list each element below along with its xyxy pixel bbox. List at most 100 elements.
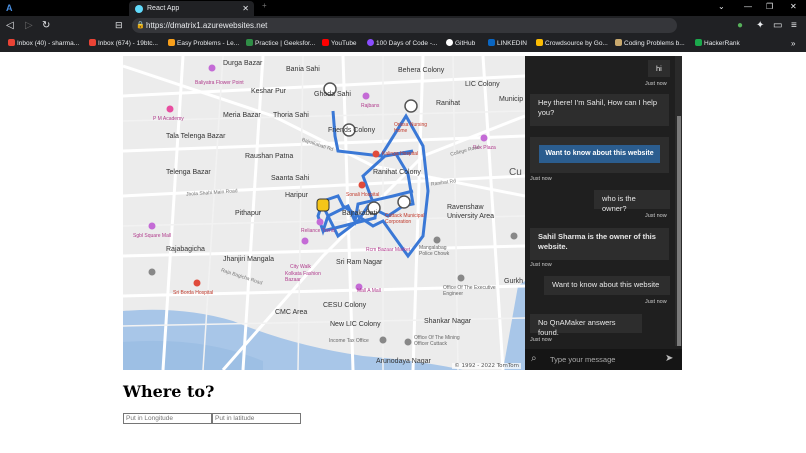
map-label: Rajbans (361, 103, 380, 109)
cc-icon (615, 39, 622, 46)
chevron-down-icon[interactable]: ⌄ (718, 2, 725, 11)
message-timestamp: Just now (645, 299, 667, 305)
map-label: Jhanjiri Mangala (223, 256, 274, 263)
map-label: Cuttack Municipal Corporation (385, 213, 425, 225)
browser-chrome: A React App ✕ + ⌄ — ❐ ✕ ◁ ▷ ↻ ⊟ ◆ ▲ ● ✦ … (0, 0, 806, 52)
bookmark-item[interactable]: Coding Problems b... (615, 39, 685, 48)
bookmark-item[interactable]: Inbox (40) - sharma... (8, 39, 79, 48)
map-label: Bajrakabati (342, 210, 378, 217)
bookmarks-bar: Inbox (40) - sharma... Inbox (674) - 19b… (0, 35, 806, 52)
more-bookmarks-icon[interactable]: » (791, 39, 795, 48)
bookmark-icon[interactable]: ⊟ (115, 19, 123, 32)
origin-marker-icon[interactable] (316, 198, 330, 212)
map-label: Orissa Nursing Home (394, 122, 428, 134)
page-heading: Where to? (123, 382, 215, 401)
attachment-icon[interactable]: ⌕ (531, 353, 537, 364)
map-label: Thoria Sahi (273, 112, 309, 119)
map-label: Pithapur (235, 210, 262, 217)
map-label: Mangalabag Police Chowk (419, 245, 450, 257)
chat-scrollbar-thumb[interactable] (677, 116, 681, 346)
map-label: Sgbl Square Mall (133, 233, 172, 239)
close-tab-icon[interactable]: ✕ (242, 1, 249, 16)
leetcode-icon (168, 39, 175, 46)
map-label: Kolkata Fashion Bazaar (285, 271, 321, 283)
extension-icon[interactable]: ● (737, 19, 743, 32)
bookmark-item[interactable]: LINKEDIN (488, 39, 527, 48)
map-label: LIC Colony (465, 81, 500, 88)
longitude-input[interactable]: Put in Longitude (123, 413, 212, 424)
bookmark-item[interactable]: Practice | Geeksfor... (246, 39, 315, 48)
minimize-icon[interactable]: — (744, 2, 752, 11)
map-label: Mall A Mall (357, 288, 381, 294)
map-label: Reliance Trend (301, 228, 335, 234)
map-label: Cu (509, 167, 522, 178)
message-timestamp: Just now (530, 262, 552, 268)
map-label: Arunodaya Nagar (376, 358, 431, 365)
bookmark-item[interactable]: YouTube (322, 39, 357, 48)
map-label: Ghoda Sahi (314, 91, 351, 98)
message-timestamp: Just now (645, 81, 667, 87)
user-message: Want to know about this website (544, 276, 670, 295)
linkedin-icon (488, 39, 495, 46)
new-tab-icon[interactable]: + (262, 1, 267, 10)
know-website-button[interactable]: Want to know about this website (539, 145, 660, 163)
route-marker-icon[interactable] (404, 99, 418, 113)
map-label: Sri Ram Nagar (336, 259, 383, 266)
bookmark-item[interactable]: HackerRank (695, 39, 740, 48)
route-marker-icon[interactable] (397, 195, 411, 209)
address-bar[interactable]: 🔒 https://dmatrix1.azurewebsites.net (132, 18, 677, 33)
river-shape (503, 281, 525, 370)
map-label: Ravenshaw University Area (447, 204, 495, 220)
bookmark-item[interactable]: GitHub (446, 39, 475, 48)
map-label: Ranihat Colony (373, 169, 421, 176)
map-label: Office Of The Mining Officer Cuttack (414, 335, 460, 347)
map-label: Behera Colony (398, 67, 445, 74)
map-label: Municip (499, 96, 524, 103)
map-label: CESU Colony (323, 302, 367, 309)
map-label: Bania Sahi (286, 66, 320, 73)
map-label: Sonali Hospital (346, 192, 380, 198)
menu-icon[interactable]: ≡ (791, 19, 797, 32)
back-icon[interactable]: ◁ (6, 19, 14, 32)
map-label: Shankar Nagar (424, 318, 472, 325)
crowdsource-icon (536, 39, 543, 46)
chat-message-input[interactable]: Type your message (550, 355, 615, 364)
map-label: Income Tax Office (329, 338, 369, 344)
background-tab[interactable] (26, 3, 121, 12)
map[interactable]: Durga Bazar Bania Sahi Behera Colony Kes… (123, 56, 525, 370)
azure-icon: A (6, 3, 13, 13)
bookmark-item[interactable]: Easy Problems - Le... (168, 39, 239, 48)
chat-transcript[interactable]: hi Just now Hey there! I'm Sahil, How ca… (525, 56, 675, 346)
reload-icon[interactable]: ↻ (42, 19, 50, 32)
map-label: P M Academy (153, 116, 184, 122)
gmail-icon (8, 39, 15, 46)
map-label: Durga Bazar (223, 60, 263, 67)
close-window-icon[interactable]: ✕ (790, 2, 797, 11)
map-label: Telenga Bazar (166, 169, 211, 176)
map-label: Tala Telenga Bazar (166, 133, 226, 140)
hackerrank-icon (695, 39, 702, 46)
map-label: Friends Colony (328, 127, 376, 134)
code-icon (367, 39, 374, 46)
send-icon[interactable]: ➤ (665, 353, 673, 364)
map-label: Meria Bazar (223, 112, 261, 119)
puzzle-icon[interactable]: ✦ (756, 19, 764, 32)
map-label: CMC Area (275, 309, 308, 316)
bookmark-item[interactable]: Inbox (674) - 19btc... (89, 39, 158, 48)
latitude-input[interactable]: Put in latitude (212, 413, 301, 424)
map-label: Rcm Bazaar Market (366, 247, 411, 253)
gfg-icon (246, 39, 253, 46)
bookmark-item[interactable]: Crowdsource by Go... (536, 39, 608, 48)
map-label: Office Of The Executive Engineer (443, 285, 496, 297)
map-label: Haripur (285, 192, 308, 199)
bookmark-item[interactable]: 100 Days of Code -... (367, 39, 437, 48)
forward-icon[interactable]: ▷ (25, 19, 33, 32)
user-message: who is the owner? (594, 190, 670, 213)
maximize-icon[interactable]: ❐ (766, 2, 773, 11)
message-timestamp: Just now (530, 176, 552, 182)
sidebar-icon[interactable]: ▭ (773, 19, 782, 32)
gmail-icon (89, 39, 96, 46)
map-label: City Walk (290, 264, 311, 270)
map-label: Rajabagicha (166, 246, 205, 253)
tab-react-app[interactable]: React App ✕ (129, 1, 254, 16)
